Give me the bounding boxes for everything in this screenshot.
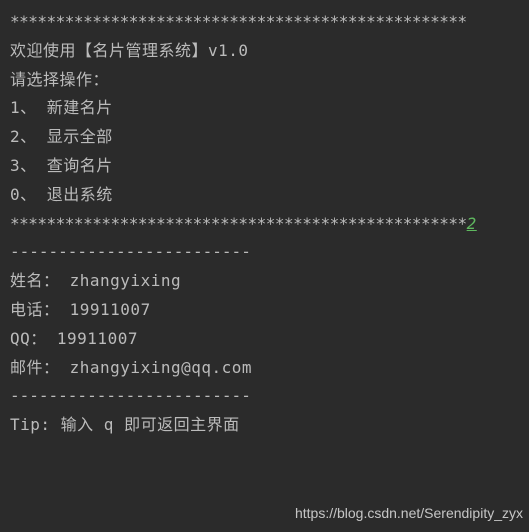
welcome-title: 欢迎使用【名片管理系统】v1.0	[10, 37, 519, 66]
menu-item-1: 1、 新建名片	[10, 94, 519, 123]
record-name: 姓名： zhangyixing	[10, 267, 519, 296]
user-input[interactable]: 2	[467, 210, 477, 239]
menu-item-3: 3、 查询名片	[10, 152, 519, 181]
menu-item-0: 0、 退出系统	[10, 181, 519, 210]
separator-1: -------------------------	[10, 238, 519, 267]
separator-2: -------------------------	[10, 382, 519, 411]
record-phone: 电话： 19911007	[10, 296, 519, 325]
tip-line: Tip: 输入 q 即可返回主界面	[10, 411, 519, 440]
menu-item-2: 2、 显示全部	[10, 123, 519, 152]
record-email: 邮件： zhangyixing@qq.com	[10, 354, 519, 383]
border-top: ****************************************…	[10, 8, 519, 37]
prompt-select: 请选择操作：	[10, 66, 519, 95]
watermark-text: https://blog.csdn.net/Serendipity_zyx	[295, 501, 523, 526]
border-bottom: ****************************************…	[10, 210, 467, 239]
record-qq: QQ： 19911007	[10, 325, 519, 354]
